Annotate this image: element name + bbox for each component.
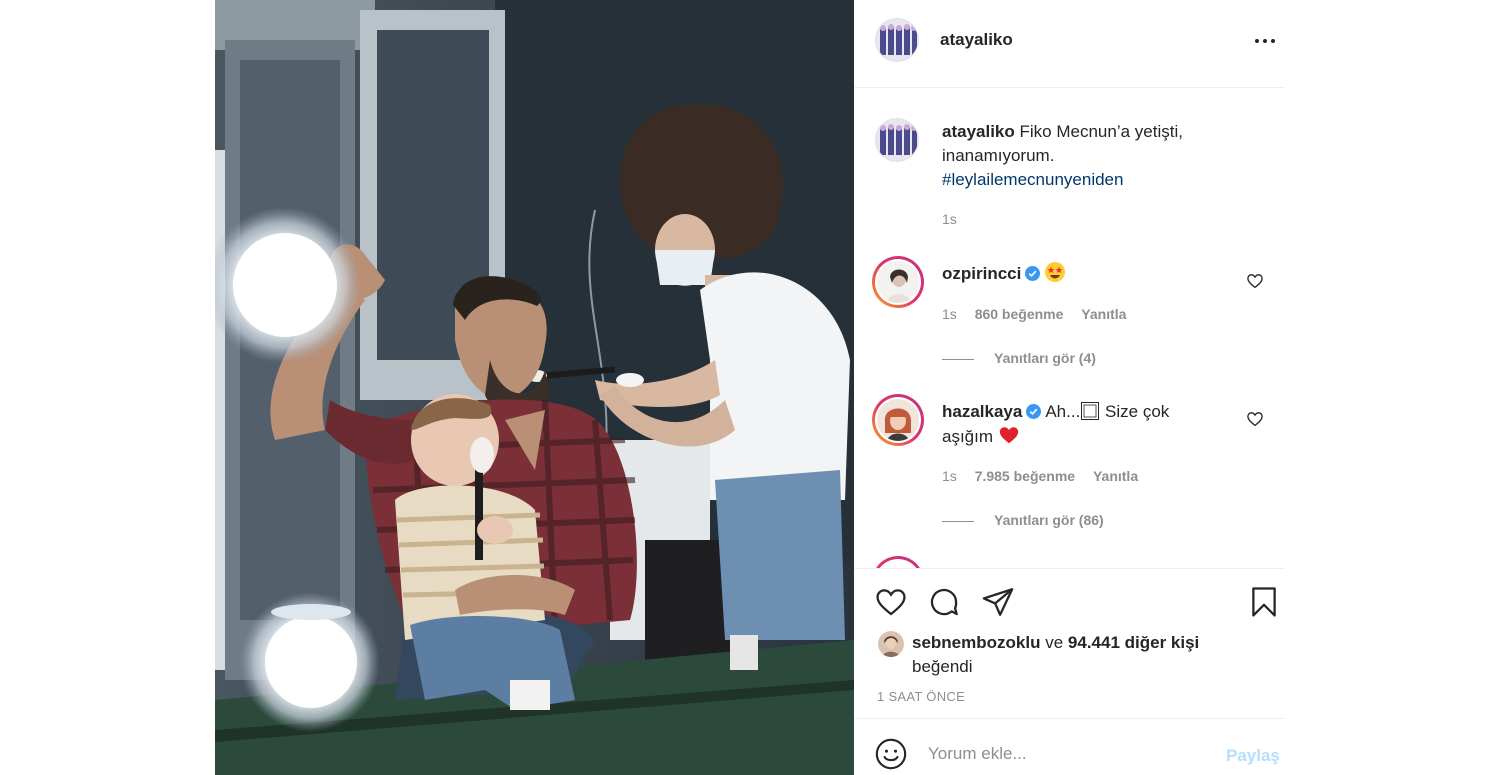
comments-list[interactable]: atayaliko Fiko Mecnun’a yetişti, inanamı… [854,88,1284,568]
caption-timestamp[interactable]: 1s [942,211,957,227]
likes-summary: sebnembozoklu ve 94.441 diğer kişi beğen… [912,631,1252,679]
profile-photo [877,399,919,441]
verified-badge-icon [1025,266,1041,281]
comment-username[interactable]: ozpirincci [942,264,1021,283]
comment-bubble-icon[interactable] [927,585,961,619]
likes-suffix: beğendi [912,657,973,676]
save-bookmark-icon[interactable] [1247,585,1281,619]
more-options-icon[interactable] [1254,30,1280,52]
post-details-panel: atayaliko atayaliko Fiko Mecnun’a yetişt… [854,0,1284,775]
emoji-smile-icon[interactable] [874,737,908,771]
caption-text-line2: inanamıyorum. [942,146,1055,165]
replies-divider [942,358,974,360]
missing-glyph-icon [1081,402,1100,420]
star-struck-emoji [1045,262,1066,282]
comment-likes[interactable]: 860 beğenme [975,306,1064,322]
instagram-post-modal: atayaliko atayaliko Fiko Mecnun’a yetişt… [0,0,1500,775]
comment-username[interactable]: hazalkaya [942,402,1022,421]
author-avatar[interactable] [875,18,919,62]
comment-avatar-hazalkaya[interactable] [872,394,924,446]
view-replies-button[interactable]: Yanıtları gör (86) [942,512,1104,528]
reply-button[interactable]: Yanıtla [1081,306,1126,322]
caption-author-avatar[interactable] [875,118,919,162]
view-replies-button[interactable]: Yanıtları gör (4) [942,350,1096,366]
comment-input[interactable] [928,739,1218,769]
comment-avatar-ozpirincci[interactable] [872,256,924,308]
like-comment-heart-icon[interactable] [1246,272,1264,290]
caption-username[interactable]: atayaliko [942,122,1015,141]
group-photo-thumbnail [876,119,918,161]
comment-ozpirincci: ozpirincci [942,261,1222,286]
share-paper-plane-icon[interactable] [981,585,1015,619]
comment-likes[interactable]: 7.985 beğenme [975,468,1075,484]
like-comment-heart-icon[interactable] [1246,410,1264,428]
comment-meta: 1s 7.985 beğenme Yanıtla [942,468,1152,484]
profile-photo [877,261,919,303]
liker-avatar[interactable] [878,631,904,657]
verified-badge-icon [1026,404,1042,419]
caption-hashtag[interactable]: #leylailemecnunyeniden [942,170,1123,189]
post-timestamp[interactable]: 1 SAAT ÖNCE [877,689,965,704]
comment-avatar-partial[interactable] [872,556,924,568]
comment-text-a: Ah... [1045,402,1081,421]
likes-others[interactable]: 94.441 diğer kişi [1068,633,1199,652]
post-header: atayaliko [854,0,1284,88]
comment-hazalkaya: hazalkaya Ah... Size çok aşığım [942,400,1222,449]
photo-illustration [215,0,854,775]
profile-photo [878,631,904,657]
comment-text-b: Size çok [1100,402,1170,421]
view-replies-label: Yanıtları gör (4) [994,350,1096,366]
liker-username[interactable]: sebnembozoklu [912,633,1040,652]
view-replies-label: Yanıtları gör (86) [994,512,1104,528]
add-comment-bar: Paylaş [854,718,1284,775]
post-caption: atayaliko Fiko Mecnun’a yetişti, inanamı… [942,120,1242,192]
comment-text-c: aşığım [942,427,994,446]
comment-time[interactable]: 1s [942,306,957,322]
like-heart-icon[interactable] [874,585,908,619]
group-photo-thumbnail [876,19,918,61]
post-actions: sebnembozoklu ve 94.441 diğer kişi beğen… [854,568,1284,718]
red-heart-emoji [999,427,1018,444]
replies-divider [942,520,974,522]
comment-time[interactable]: 1s [942,468,957,484]
likes-connector: ve [1045,633,1064,652]
reply-button[interactable]: Yanıtla [1093,468,1138,484]
comment-meta: 1s 860 beğenme Yanıtla [942,306,1140,322]
author-username[interactable]: atayaliko [940,30,1013,50]
caption-text-line1: Fiko Mecnun’a yetişti, [1019,122,1183,141]
post-comment-button[interactable]: Paylaş [1226,746,1280,766]
post-photo[interactable] [215,0,854,775]
